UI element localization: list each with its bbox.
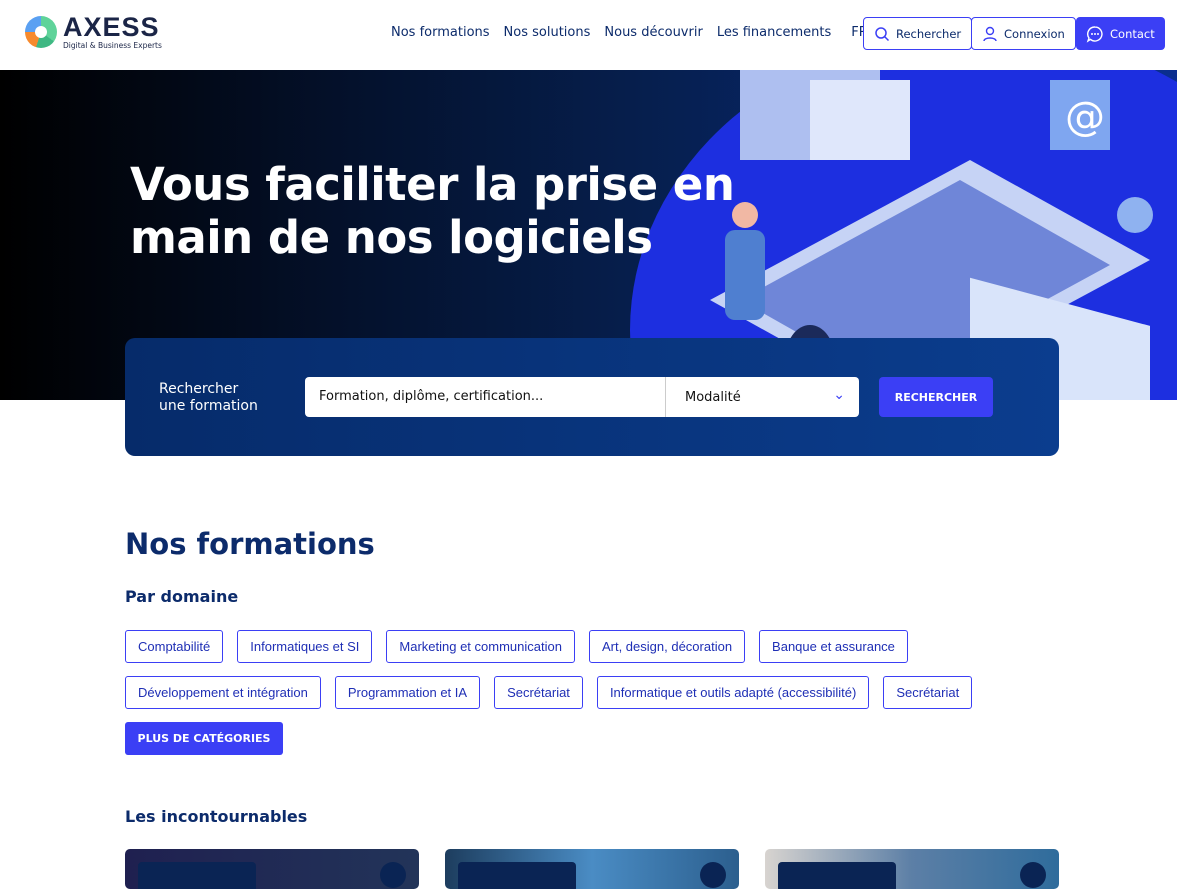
category-chip[interactable]: Programmation et IA [334,676,481,709]
category-chip[interactable]: Informatiques et SI [237,630,373,663]
section-title: Nos formations [125,527,375,561]
category-chip[interactable]: Banque et assurance [759,630,908,663]
categories-area: Comptabilité Informatiques et SI Marketi… [125,630,1059,755]
hero-title: Vous faciliter la prise en main de nos lo… [130,158,735,264]
search-button[interactable]: Rechercher [863,17,973,50]
card-tag [778,862,896,889]
chat-icon [1086,25,1103,43]
formation-search-input[interactable]: Formation, diplôme, certification... [305,377,666,417]
search-panel: Rechercher une formation Formation, diplô… [125,338,1059,456]
logo-subtitle: Digital & Business Experts [63,41,162,50]
by-domain-heading: Par domaine [125,587,239,606]
category-chip[interactable]: Développement et intégration [125,676,321,709]
login-button-label: Connexion [1004,26,1065,41]
hero-title-line-1: Vous faciliter la prise en [130,158,735,211]
svg-text:@: @ [1065,94,1105,140]
search-panel-label: Rechercher une formation [159,381,258,415]
search-label-line-1: Rechercher [159,381,239,397]
logo[interactable]: AXESS Digital & Business Experts [25,14,162,50]
nav-financements[interactable]: Les financements [717,25,831,40]
card-tag [458,862,576,889]
hero-title-line-2: main de nos logiciels [130,211,653,264]
search-submit-button[interactable]: RECHERCHER [879,377,993,417]
more-categories-button[interactable]: PLUS DE CATÉGORIES [125,722,283,755]
nav-formations[interactable]: Nos formations [391,25,490,40]
formation-card[interactable] [445,849,739,889]
nav-decouvrir[interactable]: Nous découvrir [604,25,702,40]
user-icon [983,26,997,41]
main-nav: Nos formations Nos solutions Nous découv… [391,25,883,40]
formation-card[interactable] [765,849,1059,889]
contact-button-label: Contact [1110,26,1155,41]
category-chip[interactable]: Art, design, décoration [588,630,746,663]
contact-button[interactable]: Contact [1076,17,1165,50]
category-chip[interactable]: Comptabilité [125,630,224,663]
category-chip[interactable]: Informatique et outils adapté (accessibi… [596,676,870,709]
header: AXESS Digital & Business Experts Nos for… [0,0,1177,70]
category-chip[interactable]: Secrétariat [883,676,973,709]
search-icon [875,26,890,41]
favorite-icon[interactable] [700,862,726,888]
modality-select-value: Modalité [685,390,741,405]
login-button[interactable]: Connexion [971,17,1076,50]
chevron-down-icon: ⌄ [833,387,845,403]
favorite-icon[interactable] [1020,862,1046,888]
card-tag [138,862,256,889]
modality-select[interactable]: Modalité ⌄ [666,377,859,417]
favorite-icon[interactable] [380,862,406,888]
category-chips: Comptabilité Informatiques et SI Marketi… [125,630,1059,709]
logo-icon [25,15,57,48]
search-button-label: Rechercher [896,26,962,41]
search-label-line-2: une formation [159,398,258,414]
category-chip[interactable]: Secrétariat [494,676,583,709]
formation-card[interactable] [125,849,419,889]
logo-title: AXESS [63,12,160,42]
essentials-heading: Les incontournables [125,807,308,826]
category-chip[interactable]: Marketing et communication [386,630,575,663]
nav-solutions[interactable]: Nos solutions [504,25,591,40]
